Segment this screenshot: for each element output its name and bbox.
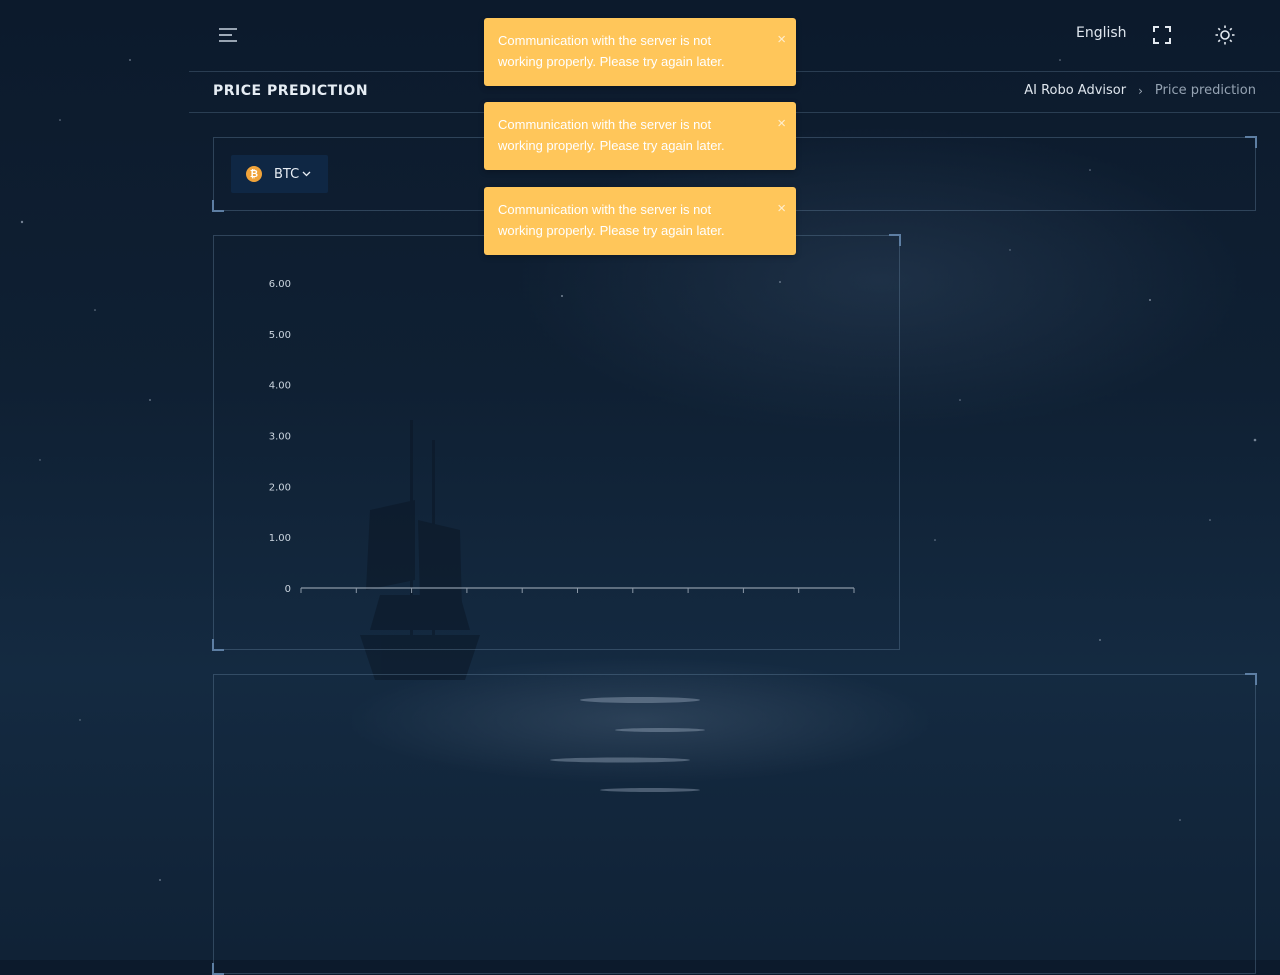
breadcrumb-ai-robo-advisor[interactable]: AI Robo Advisor bbox=[1024, 83, 1126, 98]
y-axis-tick-label: 3.00 bbox=[269, 432, 291, 443]
breadcrumb: AI Robo Advisor › Price prediction bbox=[1024, 83, 1256, 98]
y-axis-tick-label: 1.00 bbox=[269, 533, 291, 544]
page-title: PRICE PREDICTION bbox=[213, 83, 369, 99]
coin-select-value: BTC bbox=[274, 166, 300, 182]
error-toast: Communication with the server is not wor… bbox=[484, 187, 796, 255]
close-icon[interactable]: × bbox=[777, 31, 786, 48]
fullscreen-icon[interactable] bbox=[1148, 21, 1176, 49]
error-toast: Communication with the server is not wor… bbox=[484, 18, 796, 86]
coin-select-dropdown[interactable]: ₿ BTC bbox=[231, 155, 328, 193]
toast-message: Communication with the server is not wor… bbox=[498, 202, 725, 238]
language-selector[interactable]: English bbox=[1076, 25, 1127, 41]
sun-icon[interactable] bbox=[1211, 21, 1239, 49]
chevron-down-icon bbox=[302, 171, 311, 177]
breadcrumb-price-prediction: Price prediction bbox=[1154, 83, 1256, 98]
prediction-chart-panel: 6.00 5.00 4.00 3.00 2.00 1.00 0 bbox=[212, 234, 901, 651]
close-icon[interactable]: × bbox=[777, 115, 786, 132]
y-axis-tick-label: 2.00 bbox=[269, 482, 291, 493]
toast-message: Communication with the server is not wor… bbox=[498, 117, 725, 153]
hamburger-menu-icon[interactable] bbox=[214, 21, 242, 49]
y-axis-tick-label: 6.00 bbox=[269, 279, 291, 290]
close-icon[interactable]: × bbox=[777, 200, 786, 217]
bitcoin-icon: ₿ bbox=[246, 166, 262, 182]
y-axis-tick-label: 0 bbox=[285, 584, 291, 595]
y-axis-tick-label: 5.00 bbox=[269, 330, 291, 341]
detail-panel bbox=[212, 673, 1257, 975]
toast-message: Communication with the server is not wor… bbox=[498, 33, 725, 69]
chevron-right-icon: › bbox=[1138, 83, 1143, 98]
y-axis-tick-label: 4.00 bbox=[269, 381, 291, 392]
price-prediction-chart: 6.00 5.00 4.00 3.00 2.00 1.00 0 bbox=[269, 279, 855, 595]
error-toast: Communication with the server is not wor… bbox=[484, 102, 796, 170]
